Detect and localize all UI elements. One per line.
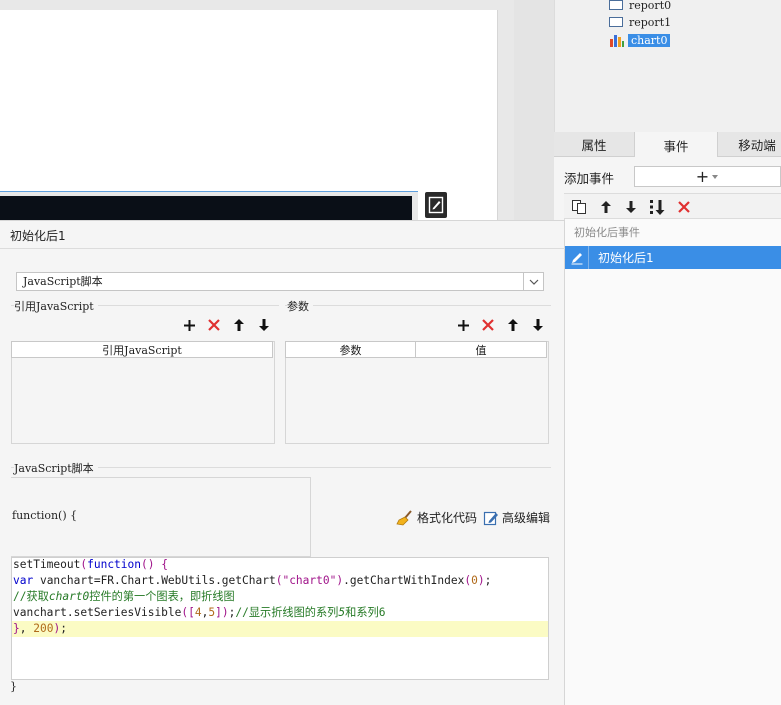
plus-icon (457, 319, 469, 331)
move-up-button[interactable] (596, 197, 616, 217)
edit-widget-button[interactable] (425, 192, 447, 218)
chart-icon (610, 35, 624, 47)
report-icon (609, 0, 623, 10)
tab-events[interactable]: 事件 (634, 132, 718, 158)
copy-icon (572, 200, 586, 214)
code-line: vanchart.setSeriesVisible([4,5]);//显示折线图… (13, 606, 386, 619)
event-list (564, 219, 781, 705)
move-down-ref-js-button[interactable] (256, 317, 272, 333)
chevron-down-icon (712, 174, 719, 179)
tab-mobile[interactable]: 移动端 (726, 132, 781, 157)
close-icon (678, 201, 690, 213)
event-list-item[interactable]: 初始化后1 (565, 246, 781, 269)
move-up-param-button[interactable] (505, 317, 521, 333)
format-code-label: 格式化代码 (417, 511, 478, 525)
close-icon (208, 319, 220, 331)
function-footer: } (10, 680, 17, 693)
ref-js-section-label: 引用JavaScript (14, 298, 98, 314)
tab-label: 属性 (581, 138, 607, 153)
column-header-label: 值 (475, 343, 487, 357)
code-line: //获取chart0控件的第一个图表，即折线图 (13, 590, 235, 603)
code-editor[interactable]: setTimeout(function() { var vanchart=FR.… (11, 557, 549, 680)
params-section-label: 参数 (287, 298, 313, 314)
add-event-label: 添加事件 (564, 171, 615, 186)
tab-label: 事件 (663, 138, 689, 154)
tree-item-label: report1 (629, 15, 672, 29)
chart-widget-preview[interactable] (0, 196, 412, 220)
canvas-sheet[interactable] (0, 10, 498, 220)
code-line: var vanchart=FR.Chart.WebUtils.getChart(… (13, 574, 492, 587)
advanced-edit-button[interactable]: 高级编辑 (483, 509, 550, 526)
tree-item-label: report0 (629, 0, 672, 12)
divider (0, 248, 565, 249)
plus-icon (183, 319, 195, 331)
arrow-down-icon (533, 319, 543, 331)
close-icon (482, 319, 494, 331)
advanced-edit-label: 高级编辑 (502, 511, 551, 525)
plus-icon: + (695, 167, 710, 186)
broom-icon (396, 509, 412, 525)
copy-event-button[interactable] (569, 197, 589, 217)
arrow-down-icon (626, 201, 636, 213)
tree-item-label: chart0 (628, 33, 671, 47)
tab-properties[interactable]: 属性 (554, 132, 634, 157)
arrow-down-icon (259, 319, 269, 331)
event-type-select-value: JavaScript脚本 (23, 275, 103, 288)
move-down-param-button[interactable] (530, 317, 546, 333)
arrow-to-bottom-icon (650, 200, 665, 215)
remove-param-button[interactable] (480, 317, 496, 333)
code-line-current: }, 200); (12, 621, 548, 637)
tree-item-chart0[interactable]: chart0 (609, 32, 671, 48)
event-toolbar (564, 193, 781, 219)
property-tabs: 属性 事件 移动端 (554, 132, 781, 158)
tab-label: 移动端 (738, 138, 776, 153)
arrow-up-icon (234, 319, 244, 331)
editor-title: 初始化后1 (10, 229, 66, 243)
js-section-label: JavaScript脚本 (14, 460, 98, 476)
param-value-column-header[interactable]: 值 (415, 341, 547, 358)
delete-event-button[interactable] (674, 197, 694, 217)
add-param-button[interactable] (455, 317, 471, 333)
add-event-dropdown[interactable]: + (634, 166, 781, 187)
param-name-column-header[interactable]: 参数 (285, 341, 416, 358)
column-header-label: 引用JavaScript (102, 343, 182, 357)
tree-item-report1[interactable]: report1 (609, 14, 671, 30)
arrow-up-icon (601, 201, 611, 213)
pencil-icon (565, 246, 589, 269)
move-bottom-button[interactable] (647, 197, 667, 217)
edit-icon (483, 511, 498, 525)
column-header-label: 参数 (339, 343, 362, 357)
add-ref-js-button[interactable] (181, 317, 197, 333)
event-group-label: 初始化后事件 (574, 226, 640, 239)
edit-icon (428, 196, 444, 214)
event-item-label: 初始化后1 (598, 251, 654, 265)
code-line: setTimeout(function() { (13, 558, 168, 571)
format-code-button[interactable]: 格式化代码 (396, 509, 477, 526)
report-icon (609, 17, 623, 27)
ref-js-column-header[interactable]: 引用JavaScript (11, 341, 273, 358)
remove-ref-js-button[interactable] (206, 317, 222, 333)
function-header: function() { (12, 509, 78, 522)
move-up-ref-js-button[interactable] (231, 317, 247, 333)
divider (285, 305, 551, 306)
event-type-select[interactable]: JavaScript脚本 (16, 272, 544, 291)
chevron-down-icon[interactable] (523, 273, 543, 290)
move-down-button[interactable] (621, 197, 641, 217)
canvas-scrollbar[interactable] (514, 0, 554, 220)
arrow-up-icon (508, 319, 518, 331)
tree-item-report0[interactable]: report0 (609, 0, 671, 13)
